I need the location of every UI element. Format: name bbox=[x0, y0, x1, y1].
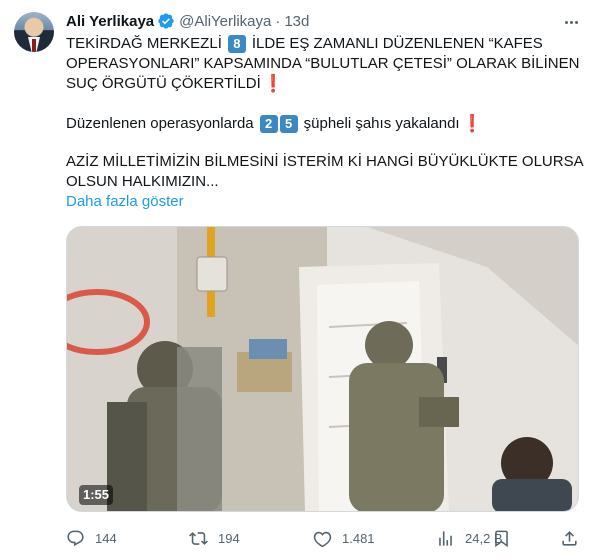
keycap-digit-icon: 5 bbox=[279, 115, 298, 133]
text-segment: SUÇ ÖRGÜTÜ ÇÖKERTİLDİ bbox=[66, 75, 261, 92]
text-line-1: TEKİRDAĞ MERKEZLİ 8 İLDE EŞ ZAMANLI DÜZE… bbox=[66, 34, 576, 54]
verified-badge-icon bbox=[157, 12, 175, 30]
text-segment: İLDE EŞ ZAMANLI DÜZENLENEN “KAFES bbox=[251, 35, 543, 52]
like-count: 1.481 bbox=[342, 530, 375, 546]
author-name[interactable]: Ali Yerlikaya bbox=[66, 13, 154, 30]
exclamation-icon: ❗ bbox=[262, 74, 284, 93]
video-duration: 1:55 bbox=[79, 485, 114, 505]
bookmark-icon bbox=[495, 530, 508, 547]
text-line-4: Düzenlenen operasyonlarda 2 5 şüpheli şa… bbox=[66, 114, 576, 134]
repost-button[interactable]: 194 bbox=[189, 526, 240, 550]
author-handle[interactable]: @AliYerlikaya bbox=[179, 13, 271, 30]
video-player[interactable]: 1:55 bbox=[66, 226, 579, 512]
bookmark-button[interactable] bbox=[492, 526, 511, 550]
share-icon bbox=[562, 530, 577, 546]
keycap-digit-icon: 8 bbox=[227, 35, 246, 53]
share-button[interactable] bbox=[560, 526, 579, 550]
heart-icon bbox=[313, 531, 332, 547]
text-line-3: SUÇ ÖRGÜTÜ ÇÖKERTİLDİ ❗ bbox=[66, 74, 576, 94]
tweet-text: TEKİRDAĞ MERKEZLİ 8 İLDE EŞ ZAMANLI DÜZE… bbox=[66, 34, 580, 94]
show-more-link[interactable]: Daha fazla göster bbox=[66, 192, 184, 212]
timestamp[interactable]: 13d bbox=[284, 13, 309, 30]
text-segment: şüpheli şahıs yakalandı bbox=[303, 115, 460, 132]
views-chart-icon bbox=[439, 530, 452, 546]
text-segment: Düzenlenen operasyonlarda bbox=[66, 115, 254, 132]
tweet-header: Ali Yerlikaya @AliYerlikaya · 13d bbox=[66, 11, 309, 31]
avatar[interactable] bbox=[14, 12, 54, 52]
more-options-icon[interactable] bbox=[560, 12, 582, 32]
tweet-text-2: Düzenlenen operasyonlarda 2 5 şüpheli şa… bbox=[66, 114, 576, 134]
text-segment: TEKİRDAĞ MERKEZLİ bbox=[66, 35, 222, 52]
text-line-2: OPERASYONLARI” KAPSAMINDA “BULUTLAR ÇETE… bbox=[66, 55, 580, 72]
repost-icon bbox=[189, 531, 208, 545]
text-line-5: AZİZ MİLLETİMİZİN BİLMESİNİ İSTERİM Kİ H… bbox=[66, 153, 584, 170]
exclamation-icon: ❗ bbox=[461, 114, 483, 133]
text-line-6: OLSUN HALKIMIZIN... bbox=[66, 173, 219, 190]
like-button[interactable]: 1.481 bbox=[313, 526, 375, 550]
keycap-digit-icon: 2 bbox=[259, 115, 278, 133]
reply-button[interactable]: 144 bbox=[66, 526, 117, 550]
action-bar: 144 194 1.481 24,2 B bbox=[66, 526, 580, 550]
reply-icon bbox=[67, 530, 84, 546]
tweet-text-3: AZİZ MİLLETİMİZİN BİLMESİNİ İSTERİM Kİ H… bbox=[66, 152, 584, 192]
video-frame bbox=[67, 227, 578, 511]
reply-count: 144 bbox=[95, 530, 117, 546]
avatar-tie bbox=[32, 39, 36, 52]
separator-dot: · bbox=[275, 12, 281, 30]
tweet[interactable]: Ali Yerlikaya @AliYerlikaya · 13d TEKİRD… bbox=[0, 0, 594, 560]
repost-count: 194 bbox=[218, 530, 240, 546]
